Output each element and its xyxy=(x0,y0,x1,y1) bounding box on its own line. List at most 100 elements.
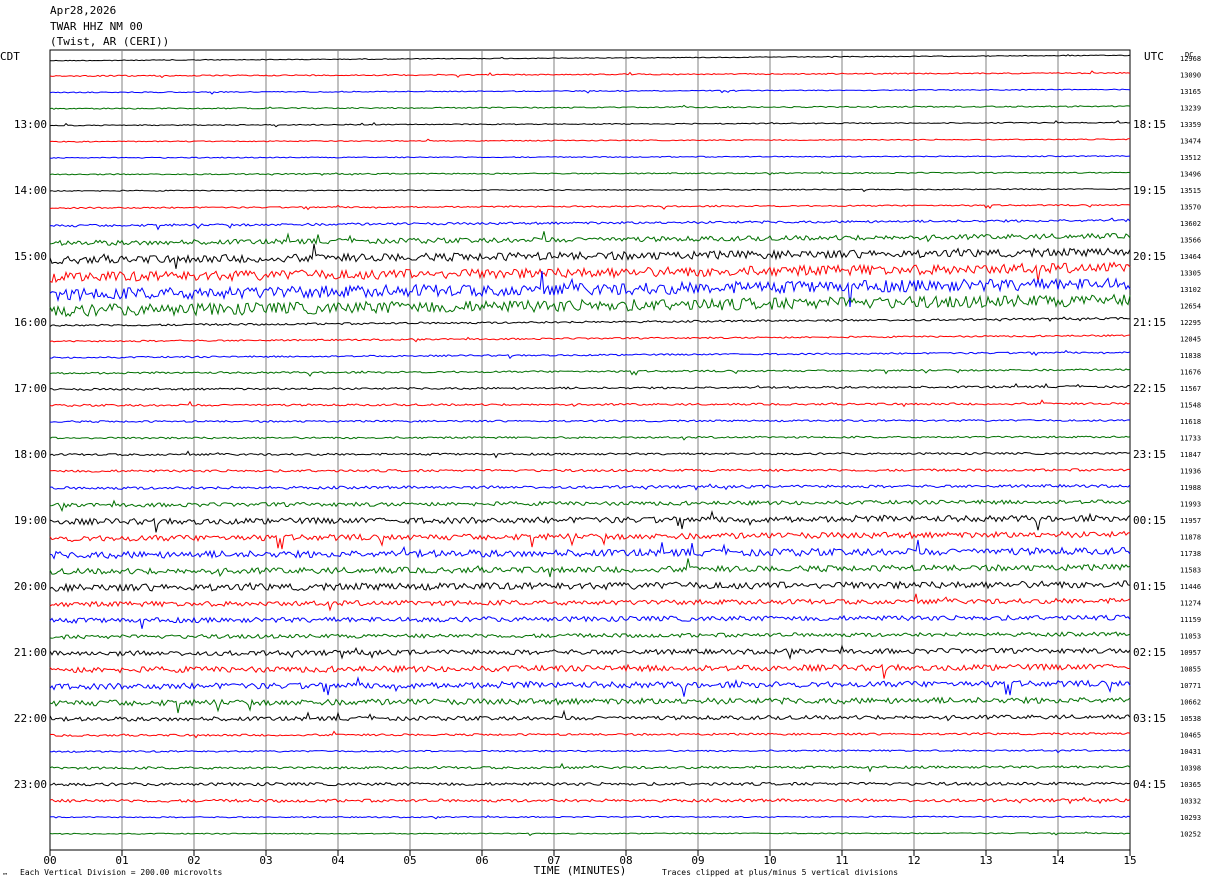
dc-offset-label: 13464 xyxy=(1180,253,1201,261)
dc-offset-label: 11847 xyxy=(1180,451,1201,459)
corner-mark: ™ xyxy=(3,872,7,880)
trace-row-17 xyxy=(49,334,1131,343)
clip-note: Traces clipped at plus/minus 5 vertical … xyxy=(662,868,898,877)
trace-row-29 xyxy=(49,530,1131,550)
dc-offset-label: 11957 xyxy=(1180,517,1201,525)
trace-row-46 xyxy=(49,815,1131,820)
utc-axis-label: UTC xyxy=(1144,50,1164,63)
trace-row-14 xyxy=(49,271,1131,308)
x-tick-label-12: 12 xyxy=(907,854,920,867)
dc-offset-label: 11993 xyxy=(1180,501,1201,509)
trace-row-40 xyxy=(49,709,1131,723)
trace-row-24 xyxy=(49,450,1131,459)
utc-label: 00:15 xyxy=(1133,514,1166,527)
dc-offset-label: 10465 xyxy=(1180,732,1201,740)
dc-offset-label: 11733 xyxy=(1180,435,1201,443)
trace-row-31 xyxy=(49,558,1131,578)
trace-row-16 xyxy=(49,316,1131,327)
trace-row-21 xyxy=(49,399,1131,408)
dc-offset-label: 10293 xyxy=(1180,814,1201,822)
cdt-label: 14:00 xyxy=(14,184,47,197)
x-tick-label-06: 06 xyxy=(475,854,488,867)
utc-label: 22:15 xyxy=(1133,382,1166,395)
cdt-label: 21:00 xyxy=(14,646,47,659)
dc-offset-label: 10957 xyxy=(1180,649,1201,657)
dc-offset-label: 11676 xyxy=(1180,369,1201,377)
trace-row-44 xyxy=(49,781,1131,787)
x-tick-label-15: 15 xyxy=(1123,854,1136,867)
cdt-label: 16:00 xyxy=(14,316,47,329)
dc-offset-label: 11738 xyxy=(1180,550,1201,558)
cdt-label: 17:00 xyxy=(14,382,47,395)
trace-row-22 xyxy=(50,419,1131,423)
dc-offset-label: 13512 xyxy=(1180,154,1201,162)
dc-offset-label: 10855 xyxy=(1180,666,1201,674)
dc-offset-label: 11878 xyxy=(1180,534,1201,542)
dc-offset-label: 11936 xyxy=(1180,468,1201,476)
trace-row-43 xyxy=(49,762,1131,773)
header-date: Apr28,2026 xyxy=(50,4,117,17)
trace-row-27 xyxy=(49,498,1131,513)
trace-row-2 xyxy=(49,88,1131,95)
trace-row-3 xyxy=(49,104,1131,110)
x-tick-label-13: 13 xyxy=(979,854,992,867)
trace-row-11 xyxy=(49,231,1131,247)
dc-offset-label: 13515 xyxy=(1180,187,1201,195)
x-tick-label-00: 00 xyxy=(43,854,56,867)
trace-row-6 xyxy=(49,155,1131,159)
utc-label: 21:15 xyxy=(1133,316,1166,329)
header-location: (Twist, AR (CERI)) xyxy=(50,35,170,48)
utc-label: 02:15 xyxy=(1133,646,1166,659)
x-tick-label-04: 04 xyxy=(331,854,345,867)
trace-row-13 xyxy=(49,261,1131,284)
trace-row-25 xyxy=(49,468,1131,473)
trace-row-34 xyxy=(49,614,1131,629)
dc-offset-label: 12654 xyxy=(1180,303,1201,311)
dc-offset-label: 13090 xyxy=(1180,72,1201,80)
cdt-label: 23:00 xyxy=(14,778,47,791)
trace-row-39 xyxy=(49,696,1131,714)
scale-note: Each Vertical Division = 200.00 microvol… xyxy=(20,868,222,877)
trace-row-28 xyxy=(49,510,1131,533)
x-tick-label-09: 09 xyxy=(691,854,704,867)
dc-offset-label: 10252 xyxy=(1180,831,1201,839)
trace-row-5 xyxy=(49,138,1130,143)
trace-row-10 xyxy=(49,217,1131,231)
dc-offset-label: 13566 xyxy=(1180,237,1201,245)
trace-row-8 xyxy=(49,188,1131,193)
trace-row-30 xyxy=(49,539,1131,560)
x-tick-label-03: 03 xyxy=(259,854,272,867)
dc-offset-label: 12045 xyxy=(1180,336,1201,344)
dc-offset-label: 13474 xyxy=(1180,138,1201,146)
dc-offset-label: 11567 xyxy=(1180,385,1201,393)
cdt-label: 15:00 xyxy=(14,250,47,263)
dc-offset-label: 11159 xyxy=(1180,616,1201,624)
dc-offset-label: 10332 xyxy=(1180,798,1201,806)
trace-row-41 xyxy=(49,730,1131,739)
dc-offset-label: 10662 xyxy=(1180,699,1201,707)
dc-offset-label: 11988 xyxy=(1180,484,1201,492)
dc-offset-label: 13102 xyxy=(1180,286,1201,294)
utc-label: 01:15 xyxy=(1133,580,1166,593)
dc-offset-label: 13359 xyxy=(1180,121,1201,129)
trace-row-15 xyxy=(49,293,1131,318)
x-tick-label-10: 10 xyxy=(763,854,776,867)
dc-offset-label: 11053 xyxy=(1180,633,1201,641)
trace-row-23 xyxy=(49,435,1131,441)
cdt-label: 22:00 xyxy=(14,712,47,725)
dc-offset-label: 10771 xyxy=(1180,682,1201,690)
trace-row-37 xyxy=(49,663,1130,679)
dc-offset-label: 10431 xyxy=(1180,748,1201,756)
trace-row-32 xyxy=(49,580,1131,593)
dc-offset-label: 10538 xyxy=(1180,715,1201,723)
x-tick-label-11: 11 xyxy=(835,854,848,867)
trace-row-35 xyxy=(49,631,1131,640)
plot-frame xyxy=(49,49,1131,851)
trace-row-33 xyxy=(49,593,1131,612)
dc-offset-label: 10398 xyxy=(1180,765,1201,773)
dc-offset-label: 10365 xyxy=(1180,781,1201,789)
cdt-label: 19:00 xyxy=(14,514,47,527)
utc-label: 03:15 xyxy=(1133,712,1166,725)
trace-row-9 xyxy=(49,203,1131,211)
utc-label: 19:15 xyxy=(1133,184,1166,197)
